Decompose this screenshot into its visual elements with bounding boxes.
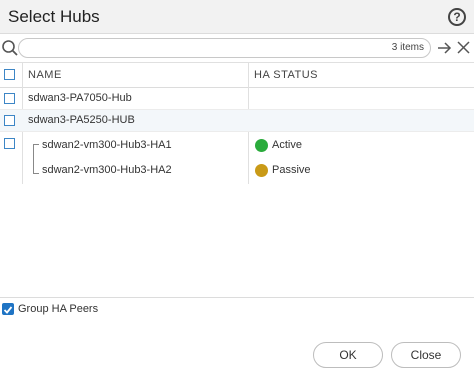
- ha-status-passive: Passive: [272, 164, 311, 176]
- column-header-name[interactable]: NAME: [28, 69, 62, 81]
- hub-name: sdwan3-PA5250-HUB: [28, 114, 135, 126]
- table-row[interactable]: sdwan3-PA7050-Hub: [0, 88, 474, 110]
- hubs-table: NAME HA STATUS sdwan3-PA7050-Hub sdwan3-…: [0, 62, 474, 298]
- column-header-ha-status[interactable]: HA STATUS: [254, 69, 318, 81]
- row-checkbox[interactable]: [4, 138, 15, 149]
- search-input[interactable]: [18, 38, 431, 58]
- close-button[interactable]: Close: [391, 342, 461, 368]
- close-icon[interactable]: [456, 40, 471, 55]
- row-checkbox[interactable]: [4, 93, 15, 104]
- group-ha-peers-row: Group HA Peers: [0, 298, 474, 320]
- tree-connector: [33, 173, 39, 174]
- passive-status-icon: [255, 164, 268, 177]
- select-all-checkbox[interactable]: [4, 69, 15, 80]
- dialog-title: Select Hubs: [8, 7, 100, 26]
- checkmark-icon: [3, 306, 13, 314]
- group-ha-peers-checkbox[interactable]: [2, 303, 14, 315]
- ha-status-active: Active: [272, 139, 302, 151]
- row-checkbox[interactable]: [4, 115, 15, 126]
- tree-connector: [33, 144, 39, 145]
- help-icon[interactable]: ?: [448, 8, 466, 26]
- table-row[interactable]: sdwan3-PA5250-HUB: [0, 110, 474, 132]
- active-status-icon: [255, 139, 268, 152]
- ok-button[interactable]: OK: [313, 342, 383, 368]
- arrow-right-icon[interactable]: [436, 40, 452, 56]
- item-count: 3 items: [391, 42, 424, 53]
- hub-name-ha2: sdwan2-vm300-Hub3-HA2: [42, 164, 172, 176]
- search-icon: [2, 40, 18, 56]
- group-ha-peers-label[interactable]: Group HA Peers: [18, 303, 98, 315]
- hub-name: sdwan3-PA7050-Hub: [28, 92, 132, 104]
- ha-group-row[interactable]: sdwan2-vm300-Hub3-HA1 sdwan2-vm300-Hub3-…: [0, 132, 474, 182]
- tree-connector: [33, 144, 34, 173]
- hub-name-ha1: sdwan2-vm300-Hub3-HA1: [42, 139, 172, 151]
- dialog-titlebar: Select Hubs ?: [0, 0, 474, 34]
- table-header: NAME HA STATUS: [0, 63, 474, 88]
- search-bar: 3 items: [0, 37, 474, 59]
